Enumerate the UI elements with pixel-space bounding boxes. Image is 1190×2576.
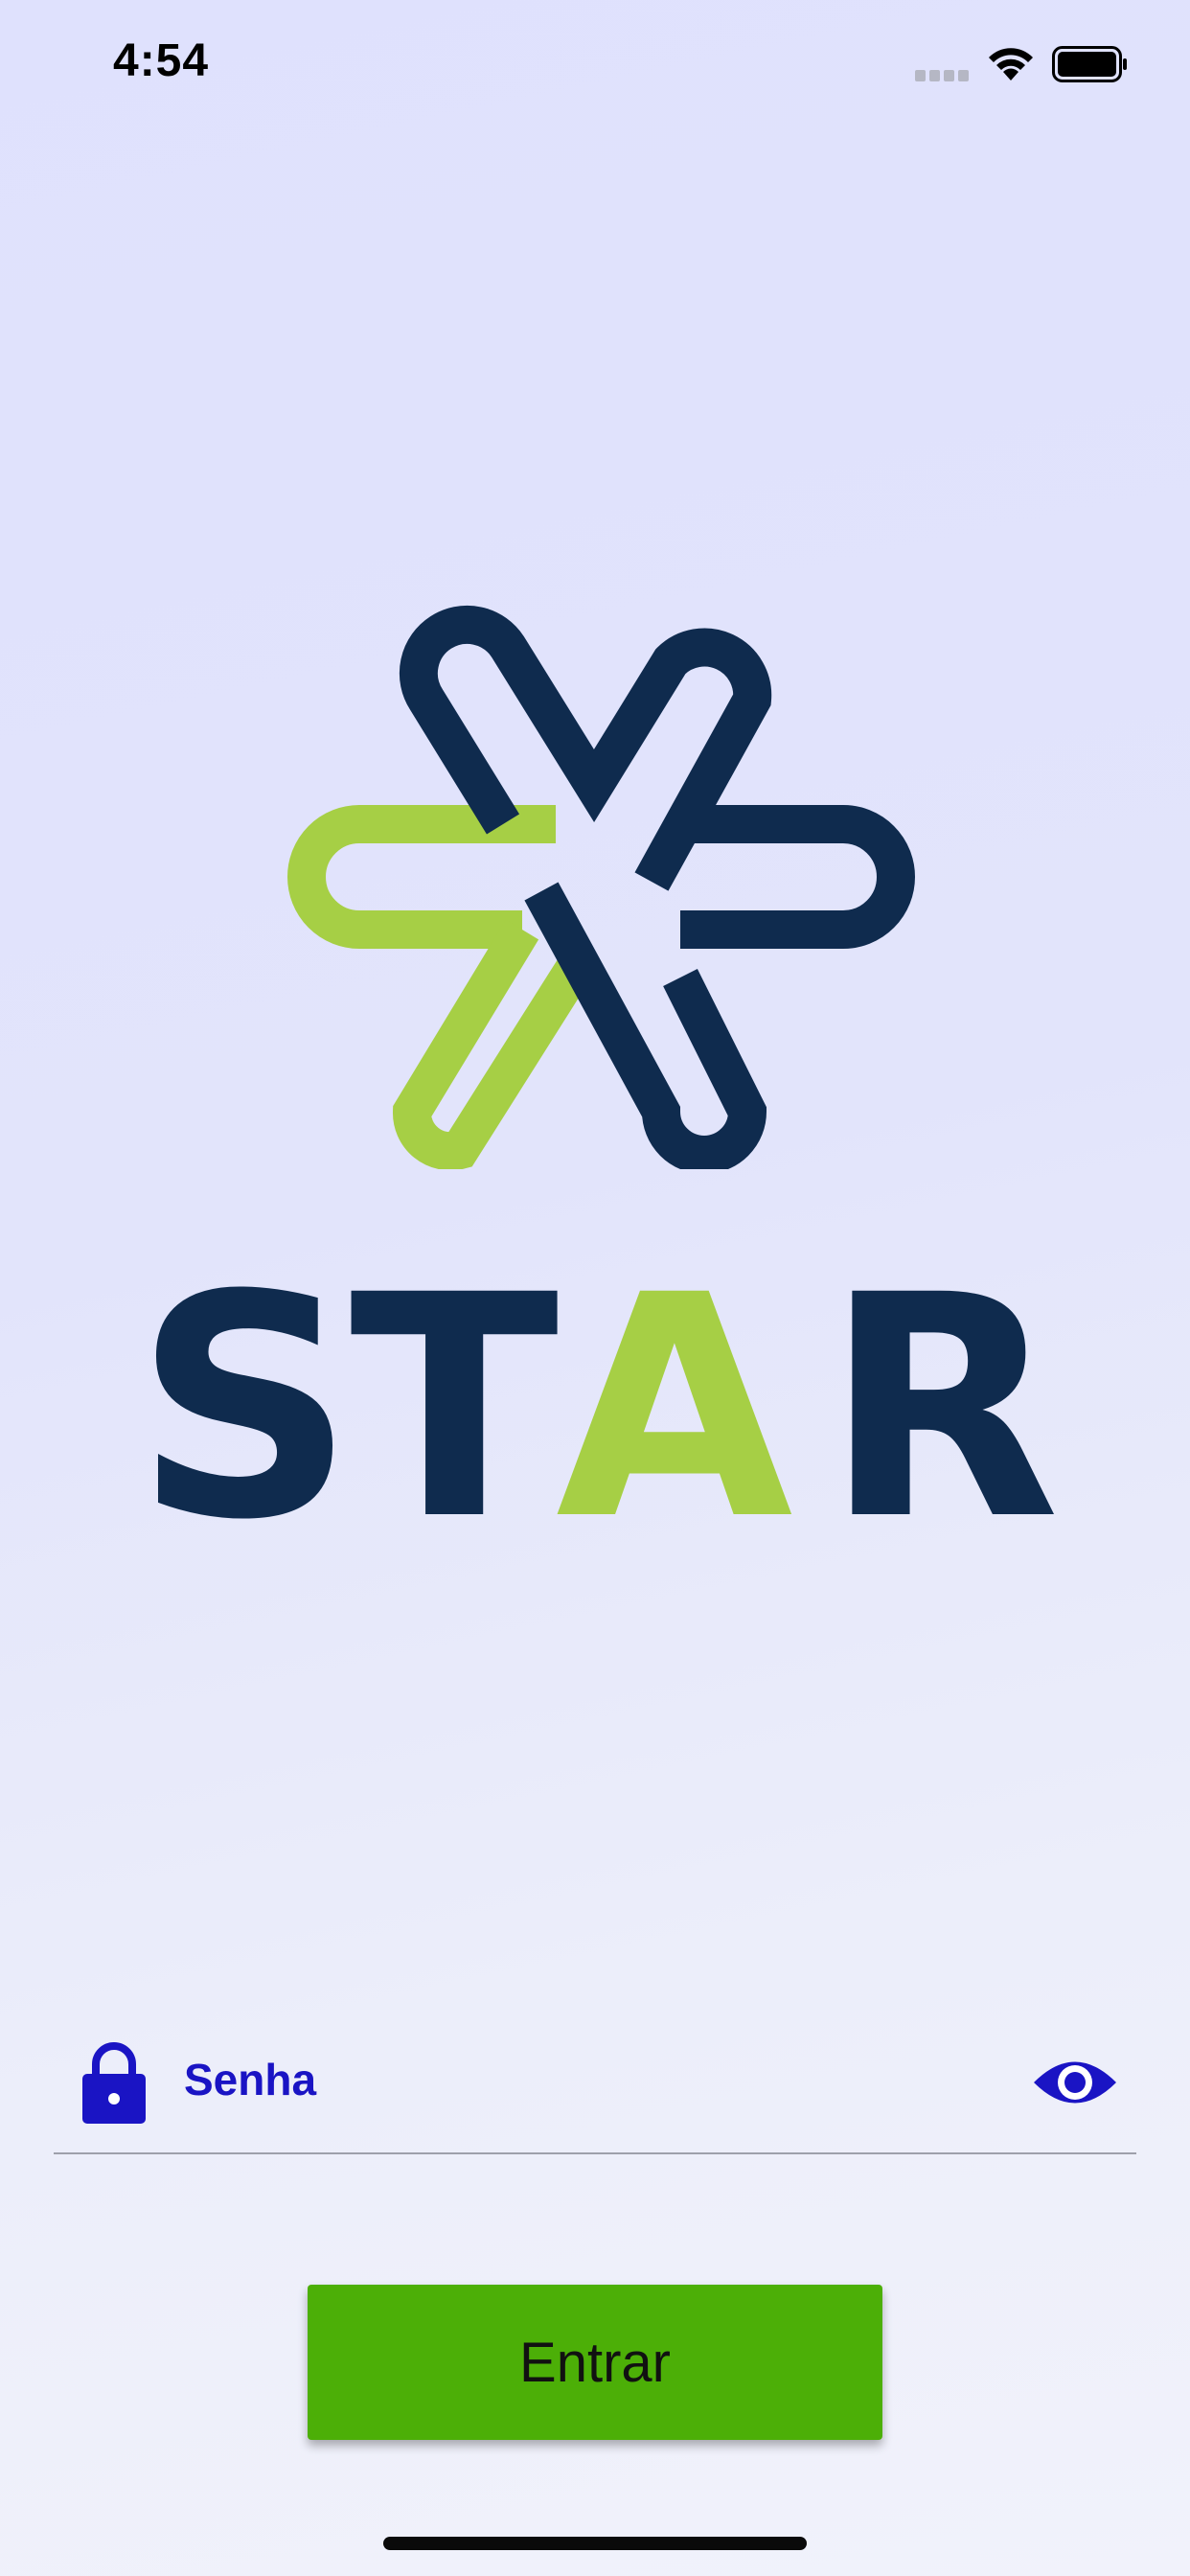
- login-button[interactable]: Entrar: [308, 2285, 882, 2440]
- eye-icon[interactable]: [1031, 2053, 1119, 2112]
- lock-icon: [82, 2042, 146, 2124]
- wifi-icon: [989, 48, 1033, 80]
- svg-text:R: R: [824, 1275, 1054, 1533]
- signal-icon: [915, 70, 969, 81]
- home-indicator[interactable]: [383, 2537, 807, 2550]
- svg-text:A: A: [556, 1275, 795, 1533]
- star-logo-icon: [287, 605, 915, 1169]
- svg-text:S: S: [134, 1275, 351, 1533]
- password-input[interactable]: [184, 2049, 1008, 2110]
- status-bar: 4:54: [0, 0, 1190, 129]
- password-field: [54, 2032, 1136, 2154]
- svg-text:T: T: [350, 1275, 561, 1533]
- status-time: 4:54: [113, 35, 210, 86]
- star-wordmark: S T A R: [134, 1275, 1054, 1533]
- battery-icon: [1052, 46, 1127, 82]
